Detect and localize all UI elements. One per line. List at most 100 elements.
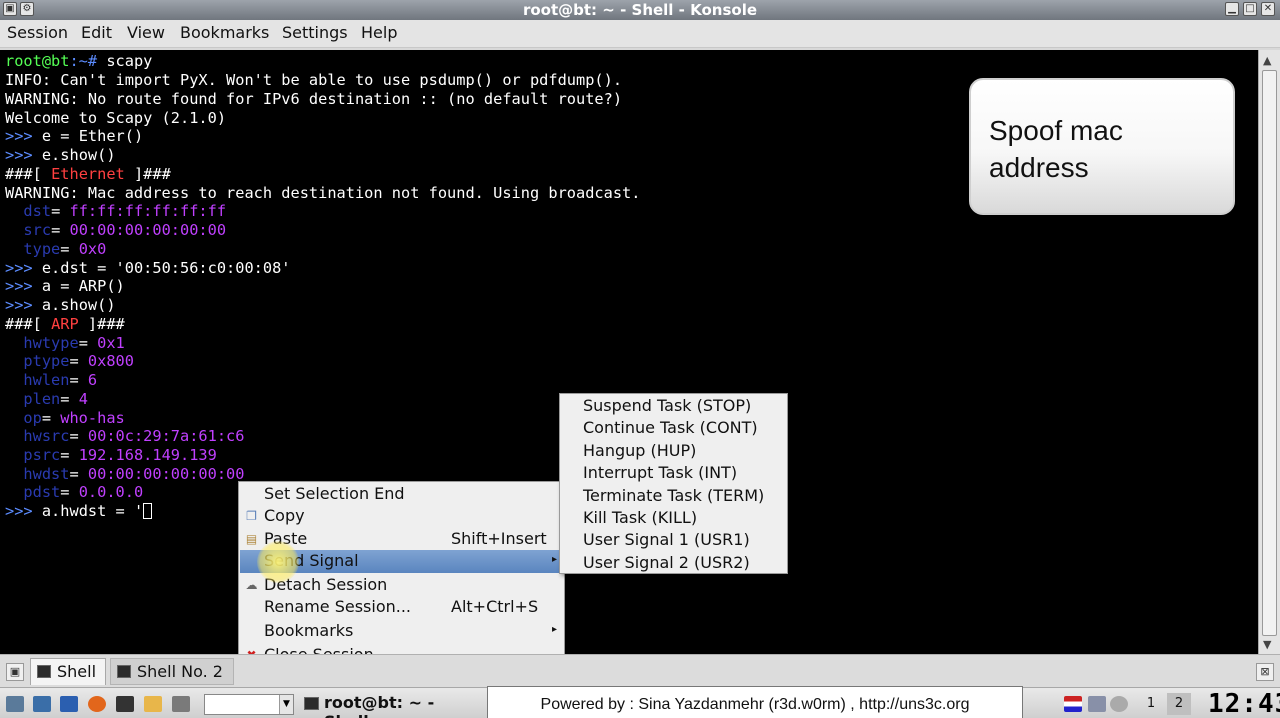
taskbar: ▼ root@bt: ~ - Shell Powered by : Sina Y…	[0, 686, 1280, 718]
field-value: 00:00:00:00:00:00	[87, 465, 245, 483]
tab-shell[interactable]: Shell	[30, 658, 106, 685]
submenu-arrow-icon: ▸	[552, 554, 558, 565]
scroll-down-icon[interactable]: ▼	[1263, 638, 1271, 651]
terminal-line: >>> e = Ether()	[5, 127, 143, 146]
submenu-item-kill[interactable]: Kill Task (KILL)	[583, 508, 697, 527]
clock[interactable]: 12:43	[1208, 689, 1280, 718]
field-sep: =	[60, 483, 79, 501]
command-text: e.show()	[32, 146, 116, 164]
field-value: 4	[78, 390, 88, 408]
tab-shell-no-2[interactable]: Shell No. 2	[110, 658, 234, 685]
terminal-line: ptype= 0x800	[5, 352, 134, 371]
submenu-item-term[interactable]: Terminate Task (TERM)	[583, 486, 764, 505]
header-close: ]###	[78, 315, 125, 333]
tab-label: Shell No. 2	[137, 662, 223, 681]
new-tab-icon[interactable]: ▣	[6, 663, 24, 681]
field-sep: =	[51, 202, 70, 220]
field-name: src	[23, 221, 52, 239]
menu-edit[interactable]: Edit	[81, 23, 112, 42]
tools-icon[interactable]	[172, 696, 190, 712]
command-text: a = ARP()	[32, 277, 125, 295]
menu-item-label: Copy	[264, 506, 305, 525]
terminal-line: >>> a.hwdst = '	[5, 502, 153, 521]
powered-by-banner: Powered by : Sina Yazdanmehr (r3d.w0rm) …	[487, 686, 1023, 718]
field-value: 0x1	[97, 334, 125, 352]
layer-name: ARP	[51, 315, 79, 333]
submenu-item-usr2[interactable]: User Signal 2 (USR2)	[583, 553, 750, 572]
desktop-icon[interactable]	[60, 696, 78, 712]
network-status-icon[interactable]	[1110, 696, 1128, 712]
field-value: 192.168.149.139	[78, 446, 217, 464]
python-prompt: >>>	[5, 259, 33, 277]
field-sep: =	[69, 371, 88, 389]
menu-item-rename-session[interactable]: Rename Session... Alt+Ctrl+S	[240, 596, 563, 619]
terminal-line: hwsrc= 00:0c:29:7a:61:c6	[5, 427, 244, 446]
python-prompt: >>>	[5, 146, 33, 164]
menu-item-bookmarks[interactable]: Bookmarks ▸	[240, 620, 563, 643]
menu-item-copy[interactable]: ❐ Copy	[240, 505, 563, 528]
command-text: a.show()	[32, 296, 116, 314]
menu-view[interactable]: View	[127, 23, 165, 42]
copy-icon: ❐	[246, 509, 257, 523]
menu-help[interactable]: Help	[361, 23, 397, 42]
submenu-item-cont[interactable]: Continue Task (CONT)	[583, 418, 758, 437]
terminal-line: hwdst= 00:00:00:00:00:00	[5, 465, 244, 484]
terminal-line: op= who-has	[5, 409, 124, 428]
submenu-item-int[interactable]: Interrupt Task (INT)	[583, 463, 737, 482]
chevron-down-icon[interactable]: ▼	[279, 695, 293, 714]
terminal-icon	[304, 697, 319, 710]
terminal-line: >>> e.show()	[5, 146, 116, 165]
menu-item-set-selection-end[interactable]: Set Selection End	[240, 483, 563, 506]
desktop-2-button[interactable]: 2	[1167, 693, 1191, 715]
network-icon[interactable]	[33, 696, 51, 712]
header-close: ]###	[124, 165, 171, 183]
menu-bookmarks[interactable]: Bookmarks	[180, 23, 269, 42]
folder-icon[interactable]	[144, 696, 162, 712]
terminal-line: dst= ff:ff:ff:ff:ff:ff	[5, 202, 226, 221]
terminal-line: >>> e.dst = '00:50:56:c0:00:08'	[5, 259, 291, 278]
close-icon[interactable]: ✕	[1261, 2, 1275, 16]
field-sep: =	[69, 352, 88, 370]
minimize-icon[interactable]: ▁	[1225, 2, 1239, 16]
kde-menu-icon[interactable]	[6, 696, 24, 712]
submenu-item-usr1[interactable]: User Signal 1 (USR1)	[583, 530, 750, 549]
field-value: 0x800	[87, 352, 134, 370]
desktop-1-button[interactable]: 1	[1139, 693, 1163, 715]
close-tab-icon[interactable]: ⊠	[1256, 663, 1274, 681]
command-text: e.dst = '00:50:56:c0:00:08'	[32, 259, 291, 277]
taskbar-command-input[interactable]: ▼	[204, 694, 294, 715]
field-sep: =	[78, 334, 98, 352]
field-name: dst	[23, 202, 52, 220]
terminal-line: INFO: Can't import PyX. Won't be able to…	[5, 71, 623, 89]
field-sep: =	[51, 221, 70, 239]
field-name: ptype	[23, 352, 70, 370]
field-name: type	[23, 240, 61, 258]
terminal-launcher-icon[interactable]	[116, 696, 134, 712]
callout-text: Spoof mac address	[989, 115, 1123, 183]
submenu-item-hup[interactable]: Hangup (HUP)	[583, 441, 696, 460]
prompt-user: root@bt	[5, 52, 70, 70]
window-titlebar[interactable]: ▣ ⚙ root@bt: ~ - Shell - Konsole ▁ □ ✕	[0, 0, 1280, 20]
taskbar-window-button[interactable]: root@bt: ~ - Shell	[302, 693, 482, 718]
keyboard-layout-icon[interactable]	[1064, 696, 1082, 712]
command-text: e = Ether()	[32, 127, 144, 145]
scroll-up-icon[interactable]: ▲	[1263, 54, 1271, 67]
maximize-icon[interactable]: □	[1243, 2, 1257, 16]
submenu-item-stop[interactable]: Suspend Task (STOP)	[583, 396, 751, 415]
send-signal-submenu: Suspend Task (STOP) Continue Task (CONT)…	[559, 393, 788, 574]
scrollbar-thumb[interactable]	[1262, 70, 1277, 636]
terminal-icon	[117, 665, 131, 678]
field-name: plen	[23, 390, 61, 408]
menu-settings[interactable]: Settings	[282, 23, 348, 42]
menu-session[interactable]: Session	[7, 23, 68, 42]
monitor-icon[interactable]	[1088, 696, 1106, 712]
field-name: hwdst	[23, 465, 70, 483]
firefox-icon[interactable]	[88, 696, 106, 712]
field-name: psrc	[23, 446, 61, 464]
header-open: ###[	[5, 315, 52, 333]
field-name: hwtype	[23, 334, 79, 352]
header-open: ###[	[5, 165, 52, 183]
field-value: 00:00:00:00:00:00	[69, 221, 227, 239]
field-sep: =	[60, 446, 79, 464]
terminal-scrollbar[interactable]: ▲ ▼	[1258, 50, 1280, 654]
